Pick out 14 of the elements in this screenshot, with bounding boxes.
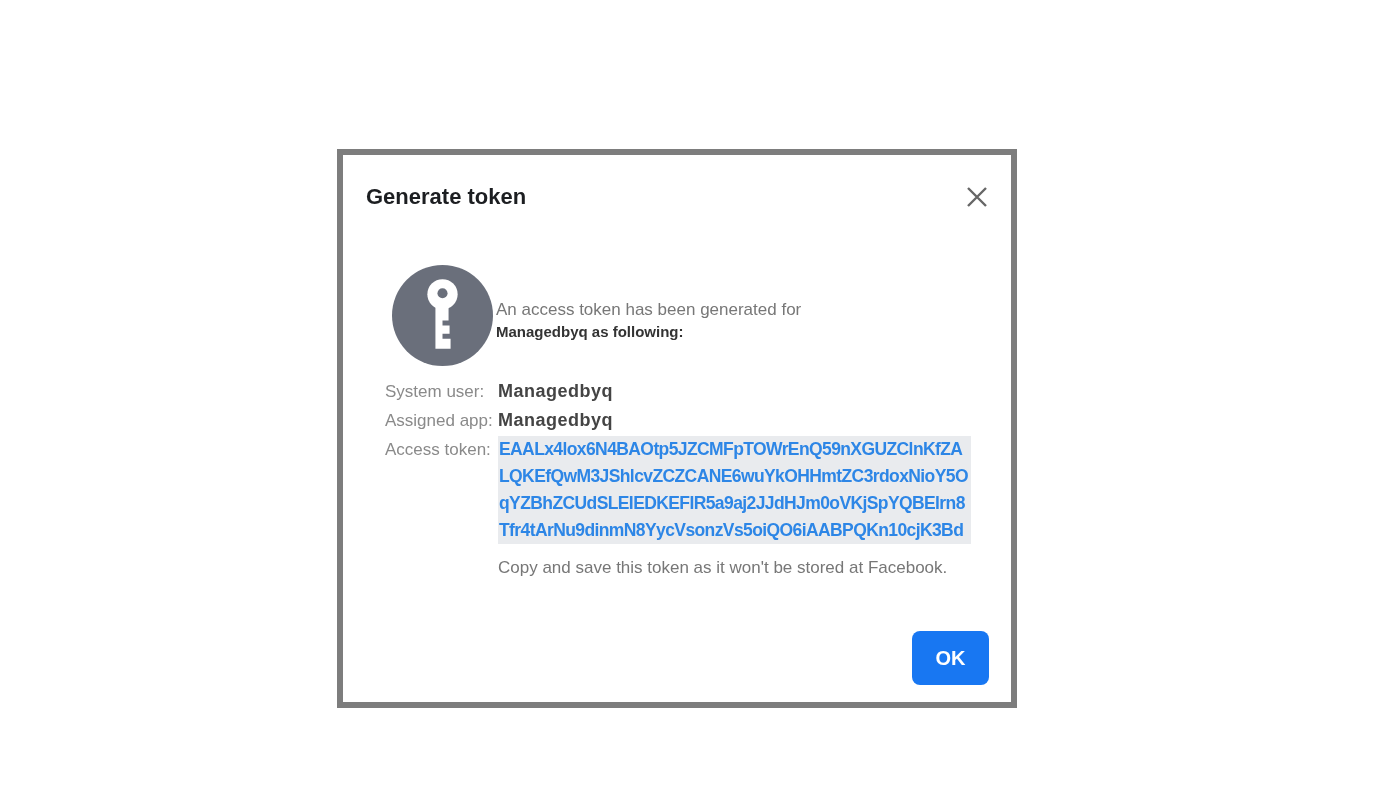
key-icon: [392, 265, 493, 366]
message-detail: Managedbyq as following:: [496, 322, 685, 340]
field-label: Assigned app:: [385, 410, 494, 432]
field-value: Managedbyq: [498, 380, 613, 403]
close-icon: [965, 185, 989, 209]
field-label: Access token:: [385, 439, 492, 461]
ok-button[interactable]: OK: [912, 631, 989, 685]
access-token: EAALx4lox6N4BAOtp5JZCMFpTOWrEnQ59nXGUZClnKfZALQKEfQwM3JShlcvZCZCANE6wuYkOHHmtZC3rdoxNioY5OqYZBhZCUdSLEIEDKEFIR5a9aj2JJdHJm0oVKjSpYQBElrn8Tfr4tArNu9dinmN8YycVsonzVs5oiQO6iAABPQKn10cjK3Bd: [498, 436, 971, 544]
message-text: An access token has been generated for: [496, 299, 802, 320]
field-value: Managedbyq: [498, 409, 613, 432]
field-label: System user:: [385, 381, 486, 403]
note-text: Copy and save this token as it won't be stored at Facebook.: [498, 558, 949, 578]
close-button[interactable]: [965, 185, 989, 209]
dialog-title: Generate token: [366, 184, 527, 210]
